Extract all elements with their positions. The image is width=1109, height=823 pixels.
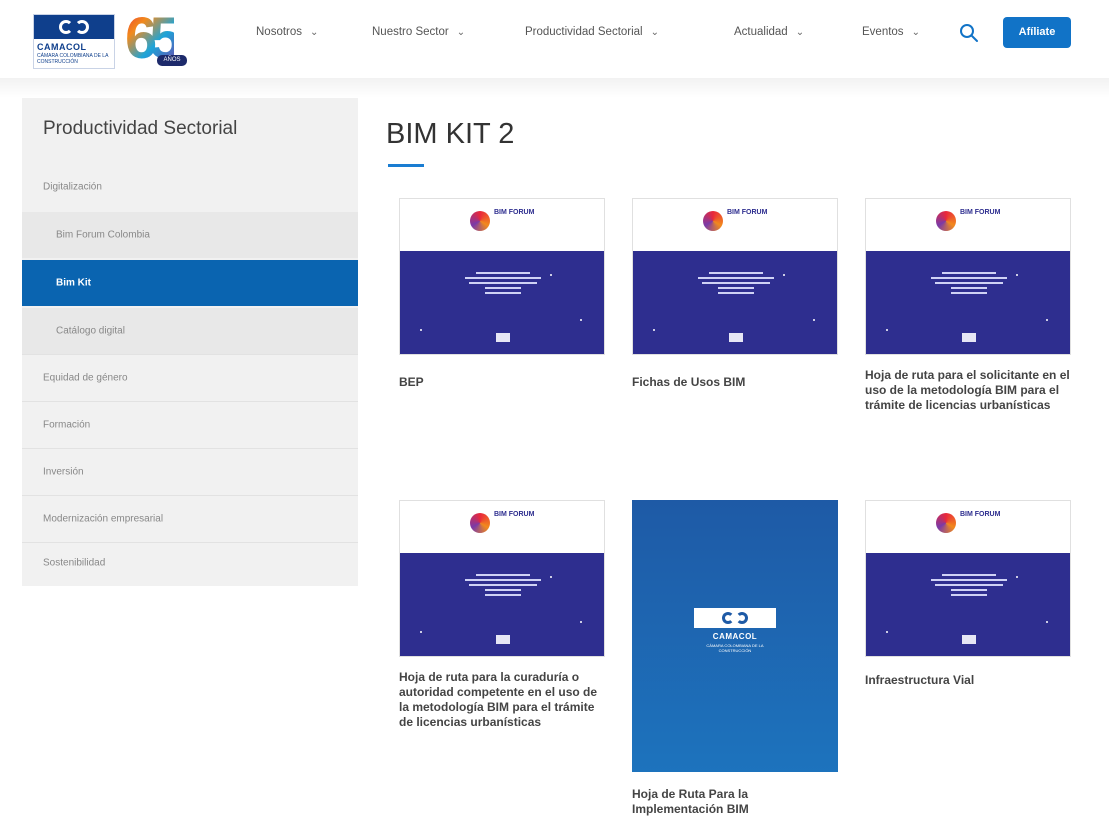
document-title[interactable]: Hoja de Ruta Para la Implementación BIM xyxy=(632,787,838,817)
sidebar-item-sostenibilidad[interactable]: Sostenibilidad xyxy=(22,540,358,586)
logo-name: CAMACOL xyxy=(37,42,87,52)
thumbnail-footer-logo xyxy=(729,333,743,342)
sidebar-item-formacion[interactable]: Formación xyxy=(22,402,358,448)
document-title[interactable]: Hoja de ruta para el solicitante en el u… xyxy=(865,368,1071,413)
thumbnail-text-lines xyxy=(458,571,548,599)
chevron-down-icon: ⌄ xyxy=(911,27,920,38)
chevron-down-icon: ⌄ xyxy=(310,27,319,38)
document-thumbnail[interactable]: BIM FORUM xyxy=(399,198,605,355)
document-thumbnail[interactable]: BIM FORUM xyxy=(399,500,605,657)
thumbnail-footer-logo xyxy=(962,333,976,342)
site-header: CAMACOL CÁMARA COLOMBIANA DE LA CONSTRUC… xyxy=(0,0,1109,78)
nav-item-actualidad[interactable]: Actualidad ⌄ xyxy=(734,26,804,38)
logo-symbol-icon xyxy=(58,20,90,34)
sidebar-item-label: Modernización empresarial xyxy=(43,513,164,525)
document-thumbnail[interactable]: BIM FORUM xyxy=(865,198,1071,355)
bim-forum-logo-icon xyxy=(470,513,490,533)
sidebar-item-digitalizacion[interactable]: Digitalización xyxy=(22,164,358,210)
bim-forum-logo-icon xyxy=(936,513,956,533)
camacol-logo[interactable]: CAMACOL CÁMARA COLOMBIANA DE LA CONSTRUC… xyxy=(33,14,115,69)
sidebar-title: Productividad Sectorial xyxy=(43,118,238,139)
logo-subtitle: CÁMARA COLOMBIANA DE LA CONSTRUCCIÓN xyxy=(37,53,109,65)
thumbnail-text-lines xyxy=(458,269,548,297)
sidebar-item-label: Inversión xyxy=(43,466,84,478)
anniversary-tag: AÑOS xyxy=(157,55,187,66)
document-title[interactable]: Hoja de ruta para la curaduría o autorid… xyxy=(399,670,605,730)
sidebar-item-bim-kit[interactable]: Bim Kit xyxy=(22,260,358,306)
thumbnail-brand: CAMACOL xyxy=(712,632,758,641)
search-icon xyxy=(960,24,978,42)
sidebar-item-label: Formación xyxy=(43,419,91,431)
sidebar-item-catalogo-digital[interactable]: Catálogo digital xyxy=(22,308,358,354)
thumbnail-footer-logo xyxy=(496,333,510,342)
document-title[interactable]: BEP xyxy=(399,375,605,390)
nav-item-eventos[interactable]: Eventos ⌄ xyxy=(862,26,920,38)
sidebar-item-label: Digitalización xyxy=(43,181,102,193)
search-button[interactable] xyxy=(958,22,980,44)
logo-symbol-icon xyxy=(694,608,776,628)
bim-forum-logo-icon xyxy=(936,211,956,231)
sidebar-item-label: Sostenibilidad xyxy=(43,557,106,569)
sidebar: Productividad Sectorial Digitalización B… xyxy=(22,98,358,586)
thumbnail-footer-logo xyxy=(496,635,510,644)
nav-item-label: Eventos xyxy=(862,26,904,38)
thumbnail-brand: BIM FORUM xyxy=(960,511,1001,518)
nav-item-label: Productividad Sectorial xyxy=(525,26,643,38)
sidebar-item-inversion[interactable]: Inversión xyxy=(22,449,358,495)
document-title[interactable]: Fichas de Usos BIM xyxy=(632,375,838,390)
sidebar-item-bim-forum-colombia[interactable]: Bim Forum Colombia xyxy=(22,212,358,258)
thumbnail-brand: BIM FORUM xyxy=(494,511,535,518)
thumbnail-text-lines xyxy=(924,269,1014,297)
nav-item-label: Actualidad xyxy=(734,26,788,38)
nav-item-label: Nosotros xyxy=(256,26,303,38)
chevron-down-icon: ⌄ xyxy=(795,27,805,38)
document-thumbnail[interactable]: BIM FORUM xyxy=(865,500,1071,657)
nav-item-productividad-sectorial[interactable]: Productividad Sectorial ⌄ xyxy=(525,26,659,38)
sidebar-item-label: Catálogo digital xyxy=(56,325,125,337)
chevron-down-icon: ⌄ xyxy=(456,27,466,38)
document-thumbnail[interactable]: CAMACOL CÁMARA COLOMBIANA DE LA CONSTRUC… xyxy=(632,500,838,772)
sidebar-item-label: Bim Kit xyxy=(56,277,91,289)
nav-item-nosotros[interactable]: Nosotros ⌄ xyxy=(256,26,318,38)
nav-item-nuestro-sector[interactable]: Nuestro Sector ⌄ xyxy=(372,26,465,38)
title-underline xyxy=(388,164,424,167)
thumbnail-brand: BIM FORUM xyxy=(727,209,768,216)
thumbnail-footer-logo xyxy=(962,635,976,644)
sidebar-item-modernizacion-empresarial[interactable]: Modernización empresarial xyxy=(22,496,358,542)
thumbnail-brand: BIM FORUM xyxy=(494,209,535,216)
logo-bar xyxy=(34,15,114,39)
header-shadow xyxy=(0,78,1109,98)
document-title[interactable]: Infraestructura Vial xyxy=(865,673,1071,688)
thumbnail-text-lines xyxy=(691,269,781,297)
affiliate-button[interactable]: Afíliate xyxy=(1003,17,1071,48)
sidebar-item-label: Bim Forum Colombia xyxy=(56,229,150,241)
thumbnail-text-lines xyxy=(924,571,1014,599)
bim-forum-logo-icon xyxy=(470,211,490,231)
sidebar-item-equidad-de-genero[interactable]: Equidad de género xyxy=(22,355,358,401)
bim-forum-logo-icon xyxy=(703,211,723,231)
thumbnail-brand: BIM FORUM xyxy=(960,209,1001,216)
sidebar-item-label: Equidad de género xyxy=(43,372,128,384)
page-title: BIM KIT 2 xyxy=(386,118,515,150)
anniversary-badge: 65 AÑOS xyxy=(121,6,191,71)
chevron-down-icon: ⌄ xyxy=(650,27,660,38)
camacol-logo-thumbnail: CAMACOL CÁMARA COLOMBIANA DE LA CONSTRUC… xyxy=(694,608,776,664)
document-thumbnail[interactable]: BIM FORUM xyxy=(632,198,838,355)
nav-item-label: Nuestro Sector xyxy=(372,26,449,38)
thumbnail-brand-subtitle: CÁMARA COLOMBIANA DE LA CONSTRUCCIÓN xyxy=(706,643,764,653)
